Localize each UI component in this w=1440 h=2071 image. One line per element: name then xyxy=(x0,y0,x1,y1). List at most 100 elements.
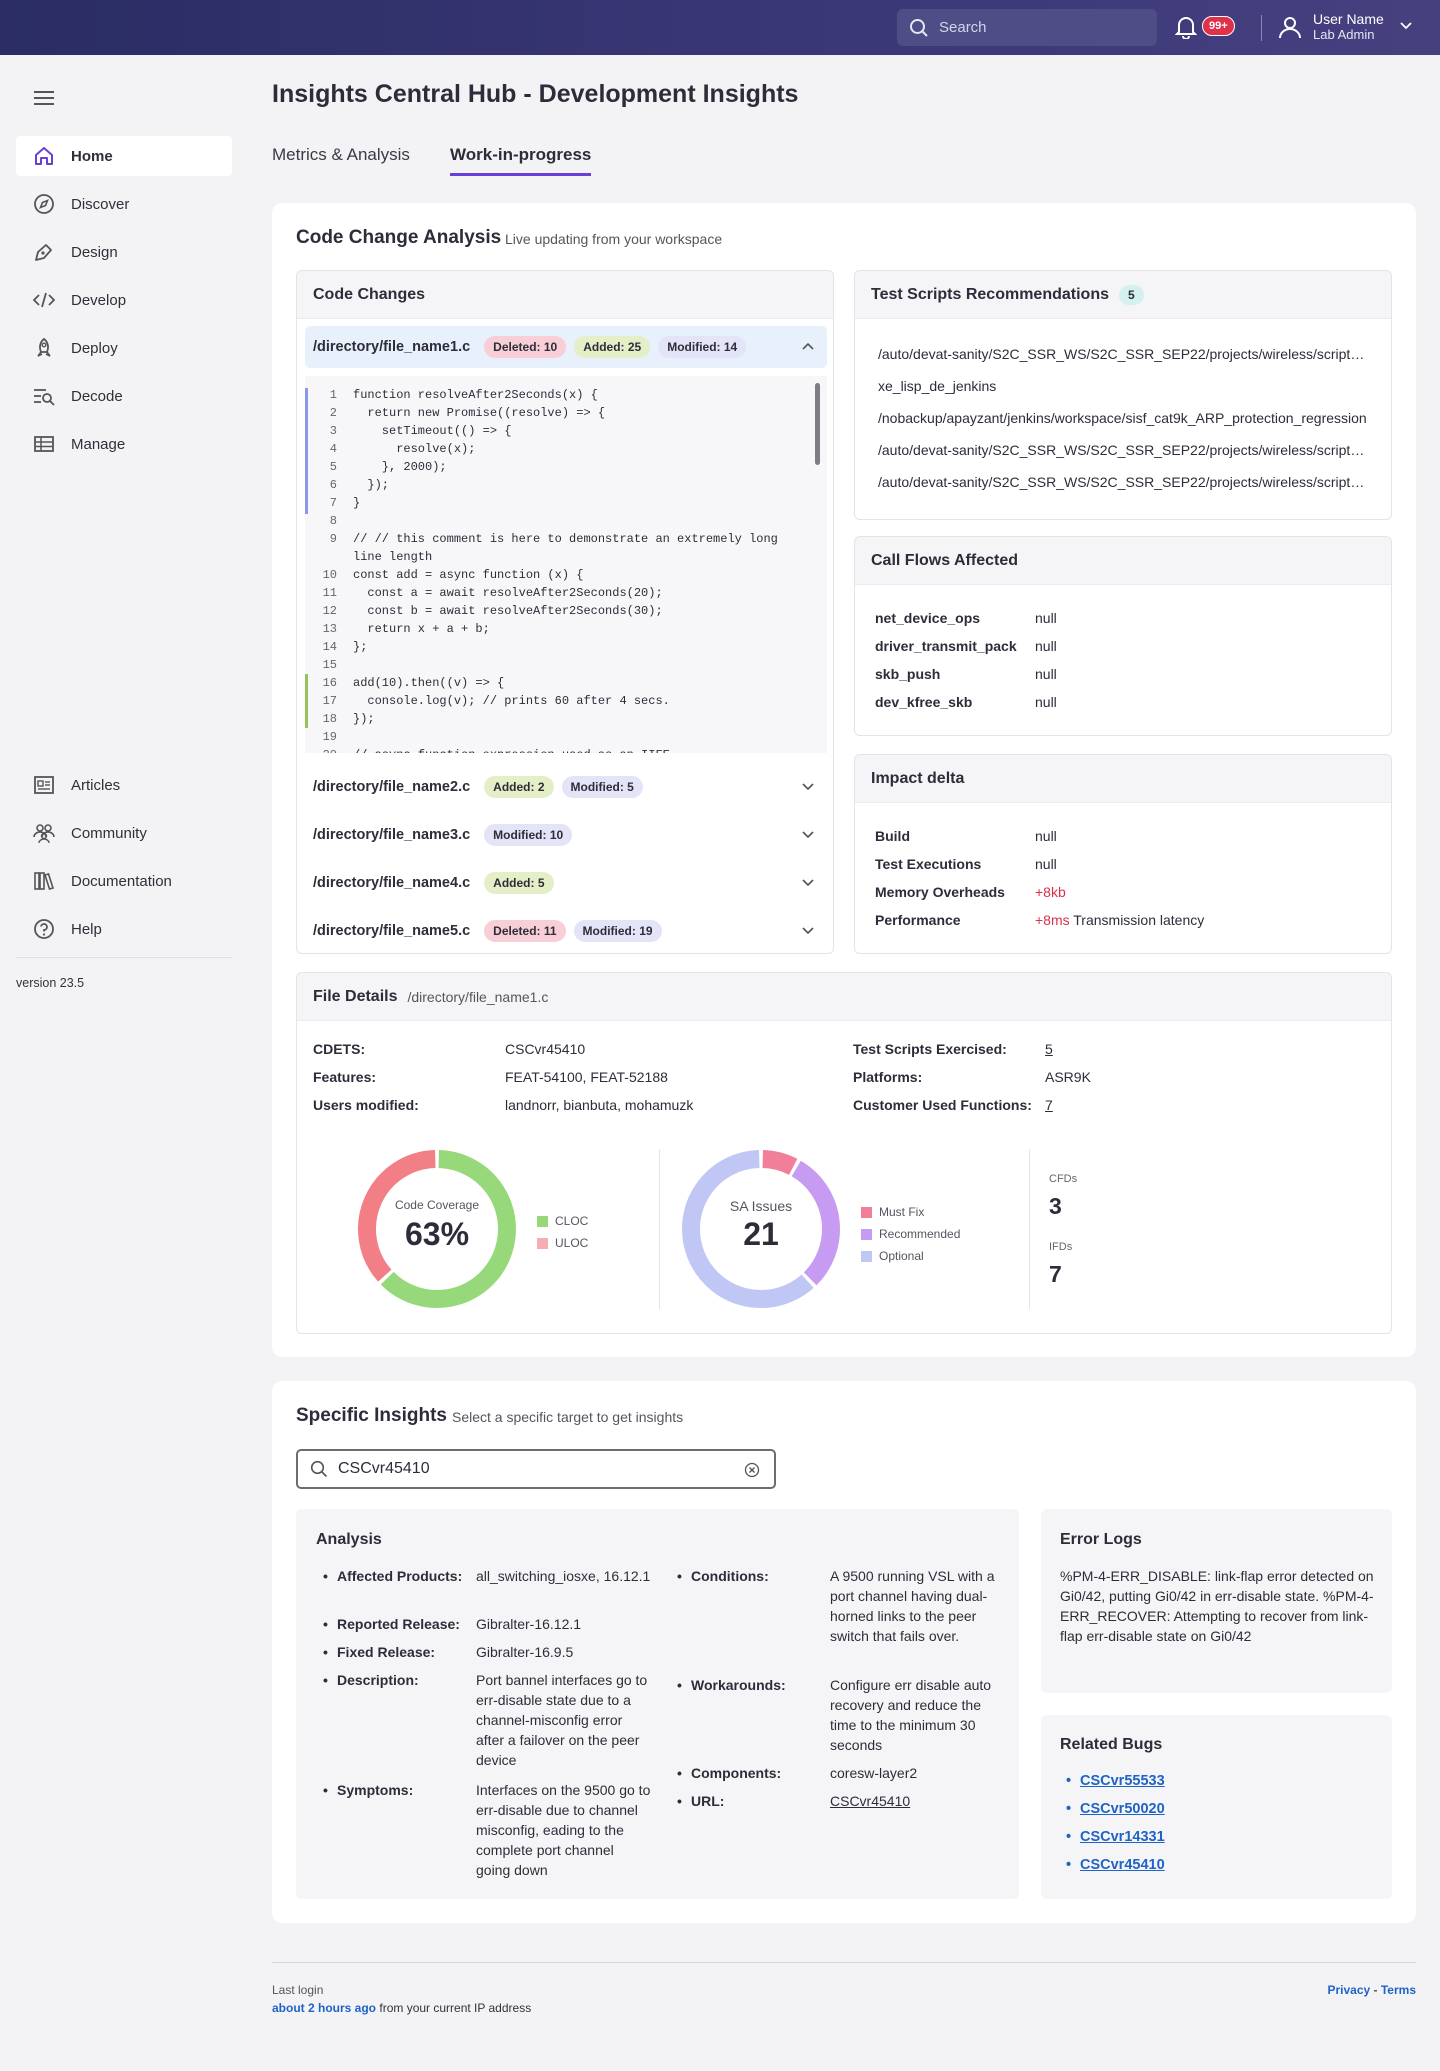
chevron-down-icon[interactable] xyxy=(801,779,815,793)
file-row[interactable]: /directory/file_name2.c Added: 2 Modifie… xyxy=(305,766,827,808)
file-row[interactable]: /directory/file_name3.c Modified: 10 xyxy=(305,814,827,856)
sidebar-item-decode[interactable]: Decode xyxy=(16,376,232,416)
sidebar-item-develop[interactable]: Develop xyxy=(16,280,232,320)
sidebar-item-label: Decode xyxy=(71,387,123,405)
header-divider xyxy=(1261,15,1262,41)
customer-functions-link[interactable]: 7 xyxy=(1045,1097,1053,1113)
related-bug-link[interactable]: CSCvr55533 xyxy=(1066,1773,1165,1789)
tab-work-in-progress[interactable]: Work-in-progress xyxy=(450,145,592,176)
impact-value: null xyxy=(1035,828,1057,844)
analysis-value: Gibralter-16.12.1 xyxy=(476,1616,582,1632)
sidebar-item-community[interactable]: Community xyxy=(16,813,232,853)
code-viewer[interactable]: 1 function resolveAfter2Seconds(x) {2 ret… xyxy=(305,376,827,753)
sidebar-item-label: Home xyxy=(71,147,113,165)
sidebar-item-label: Community xyxy=(71,824,147,842)
test-scripts-link[interactable]: 5 xyxy=(1045,1041,1053,1057)
insights-search-input[interactable]: CSCvr45410 xyxy=(296,1449,776,1489)
legend-item: Recommended xyxy=(861,1227,960,1241)
last-login-time: about 2 hours ago xyxy=(272,2001,377,2015)
legend-swatch xyxy=(537,1237,548,1249)
legend-swatch xyxy=(861,1228,872,1240)
test-script-item[interactable]: xe_lisp_de_jenkins xyxy=(878,378,1368,394)
code-line-number: 10 xyxy=(322,568,337,582)
analysis-key: Components: xyxy=(677,1765,781,1781)
detail-key: Users modified: xyxy=(313,1097,419,1113)
bell-icon[interactable] xyxy=(1175,15,1197,39)
privacy-link[interactable]: Privacy xyxy=(1327,1983,1370,1997)
chevron-down-icon[interactable] xyxy=(1400,22,1412,30)
chevron-down-icon[interactable] xyxy=(801,923,815,937)
detail-key: Features: xyxy=(313,1069,377,1085)
stat-label: CFDs xyxy=(1049,1173,1078,1185)
search-input[interactable]: Search xyxy=(897,9,1157,46)
code-line-number: 13 xyxy=(322,622,337,636)
footer-links: Privacy - Terms xyxy=(1327,1983,1416,1997)
sidebar-item-deploy[interactable]: Deploy xyxy=(16,328,232,368)
detail-value: ASR9K xyxy=(1045,1069,1091,1085)
test-script-item[interactable]: /auto/devat-sanity/S2C_SSR_WS/S2C_SSR_SE… xyxy=(878,346,1368,362)
impact-key: Test Executions xyxy=(875,856,982,872)
legend-item: Must Fix xyxy=(861,1205,924,1219)
panel-title: Test Scripts Recommendations xyxy=(871,285,1109,303)
code-line-number: 18 xyxy=(322,712,337,726)
sidebar-item-label: Discover xyxy=(71,195,130,213)
last-login-label: Last login xyxy=(272,1983,324,1997)
sidebar-item-documentation[interactable]: Documentation xyxy=(16,861,232,901)
file-row[interactable]: /directory/file_name5.c Deleted: 11 Modi… xyxy=(305,910,827,952)
chevron-up-icon[interactable] xyxy=(801,339,815,353)
sidebar-item-home[interactable]: Home xyxy=(16,136,232,176)
sidebar-divider xyxy=(16,957,232,958)
related-bug-link[interactable]: CSCvr14331 xyxy=(1066,1829,1165,1845)
sidebar-item-help[interactable]: Help xyxy=(16,909,232,949)
user-menu[interactable]: User Name Lab Admin xyxy=(1313,12,1384,43)
analysis-key: URL: xyxy=(677,1793,725,1809)
people-icon xyxy=(33,824,55,844)
sidebar-item-design[interactable]: Design xyxy=(16,232,232,272)
stat-value: 3 xyxy=(1049,1193,1062,1219)
modified-pill: Modified: 5 xyxy=(561,776,643,798)
legend-swatch xyxy=(861,1206,872,1218)
page-title: Insights Central Hub - Development Insig… xyxy=(272,80,799,108)
divider xyxy=(1029,1149,1030,1309)
related-bug-link[interactable]: CSCvr50020 xyxy=(1066,1801,1165,1817)
file-row[interactable]: /directory/file_name1.c Deleted: 10 Adde… xyxy=(305,326,827,368)
code-line-number: 16 xyxy=(322,676,337,690)
compass-icon xyxy=(34,194,54,214)
code-line-text: const a = await resolveAfter2Seconds(20)… xyxy=(353,586,663,600)
analysis-url-link[interactable]: CSCvr45410 xyxy=(830,1791,910,1811)
analysis-key: Reported Release: xyxy=(323,1616,460,1632)
file-details-panel: File Details /directory/file_name1.c CDE… xyxy=(296,972,1392,1334)
count-badge: 5 xyxy=(1118,284,1144,305)
terms-link[interactable]: Terms xyxy=(1381,1983,1416,1997)
section-subtitle: Select a specific target to get insights xyxy=(452,1409,684,1425)
test-script-item[interactable]: /nobackup/apayzant/jenkins/workspace/sis… xyxy=(878,410,1368,426)
detail-key: Customer Used Functions: xyxy=(853,1097,1032,1113)
test-script-item[interactable]: /auto/devat-sanity/S2C_SSR_WS/S2C_SSR_SE… xyxy=(878,474,1368,490)
error-logs-text: %PM-4-ERR_DISABLE: link-flap error detec… xyxy=(1060,1568,1374,1644)
user-icon[interactable] xyxy=(1278,15,1302,39)
sidebar-item-discover[interactable]: Discover xyxy=(16,184,232,224)
code-scrollbar[interactable] xyxy=(815,383,820,465)
chevron-down-icon[interactable] xyxy=(801,827,815,841)
code-line-number: 3 xyxy=(329,424,337,438)
code-line-number: 15 xyxy=(322,658,337,672)
search-placeholder: Search xyxy=(939,19,987,36)
detail-key: Test Scripts Exercised: xyxy=(853,1041,1007,1057)
file-row[interactable]: /directory/file_name4.c Added: 5 xyxy=(305,862,827,904)
impact-value: null xyxy=(1035,856,1057,872)
hamburger-icon[interactable] xyxy=(34,90,54,106)
clear-icon[interactable] xyxy=(744,1462,760,1478)
chevron-down-icon[interactable] xyxy=(801,875,815,889)
books-icon xyxy=(34,872,55,890)
sidebar-item-articles[interactable]: Articles xyxy=(16,765,232,805)
footer-divider xyxy=(272,1962,1416,1963)
analysis-value: Gibralter-16.9.5 xyxy=(476,1644,574,1660)
panel-title: Code Changes xyxy=(297,271,833,319)
code-line-text: }, 2000); xyxy=(353,460,447,474)
related-bug-link[interactable]: CSCvr45410 xyxy=(1066,1857,1165,1873)
sidebar-item-manage[interactable]: Manage xyxy=(16,424,232,464)
test-script-item[interactable]: /auto/devat-sanity/S2C_SSR_WS/S2C_SSR_SE… xyxy=(878,442,1368,458)
code-line-text: }); xyxy=(353,712,375,726)
stat-label: IFDs xyxy=(1049,1241,1073,1253)
tab-metrics-analysis[interactable]: Metrics & Analysis xyxy=(272,145,410,165)
